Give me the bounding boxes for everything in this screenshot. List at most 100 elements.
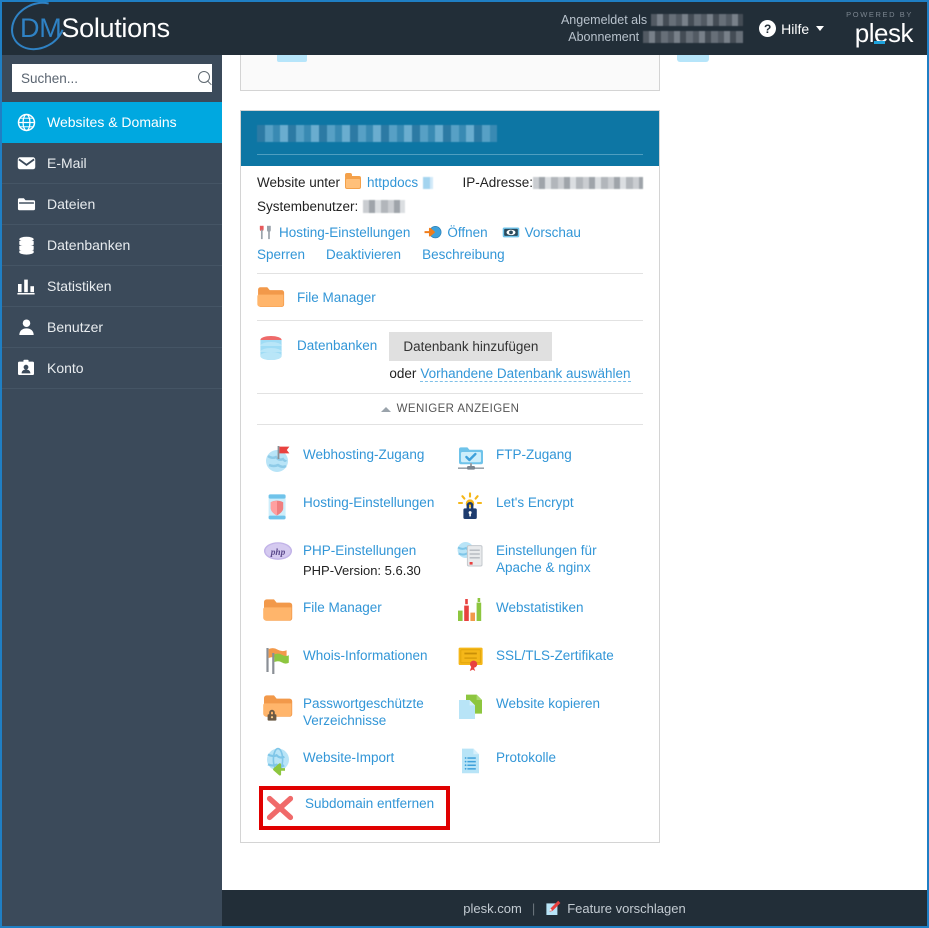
main-content: Website unter httpdocs IP-Adresse: Syste… — [222, 55, 927, 890]
website-path-label: Website unter — [257, 175, 341, 190]
grid-item-subdomain-entfernen[interactable]: Subdomain entfernen — [259, 786, 450, 830]
deactivate-link[interactable]: Deaktivieren — [326, 247, 401, 262]
grid-item-whois-informationen[interactable]: Whois-Informationen — [257, 636, 450, 684]
sidebar-item-label: Benutzer — [47, 319, 104, 335]
grid-item-label[interactable]: Webstatistiken — [496, 597, 584, 616]
subscription-value-redacted — [643, 31, 744, 43]
preview-link[interactable]: Vorschau — [525, 225, 581, 240]
footer-separator: | — [531, 900, 536, 916]
partial-icon-left — [277, 55, 307, 62]
copy-pages-icon — [456, 693, 486, 723]
plesk-logo: POWERED BY plesk — [840, 11, 913, 46]
grid-item-label[interactable]: Einstellungen für Apache & nginx — [496, 540, 639, 576]
description-link[interactable]: Beschreibung — [422, 247, 505, 262]
certificate-icon — [456, 645, 486, 675]
grid-item-label[interactable]: Let's Encrypt — [496, 492, 574, 511]
grid-item-passwortgeschuetzte-verzeichnisse[interactable]: Passwortgeschützte Verzeichnisse — [257, 684, 450, 738]
or-existing-database-line: oder Vorhandene Datenbank auswählen — [389, 366, 631, 382]
sidebar-item-label: E-Mail — [47, 155, 87, 171]
database-red-icon — [257, 334, 285, 362]
search-input[interactable] — [21, 70, 198, 86]
sidebar-item-websites-domains[interactable]: Websites & Domains — [2, 102, 222, 143]
grid-item-label[interactable]: Webhosting-Zugang — [303, 444, 424, 463]
sidebar-item-konto[interactable]: Konto — [2, 348, 222, 389]
grid-item-lets-encrypt[interactable]: Let's Encrypt — [450, 483, 643, 531]
top-bar-right: Angemeldet als Abonnement ? Hilfe POWERE… — [561, 11, 927, 46]
globe-import-arrow-icon — [263, 747, 293, 777]
open-arrow-globe-icon — [424, 224, 442, 241]
hosting-settings-link[interactable]: Hosting-Einstellungen — [279, 225, 410, 240]
sidebar-item-benutzer[interactable]: Benutzer — [2, 307, 222, 348]
sidebar-item-label: Datenbanken — [47, 237, 131, 253]
sidebar-item-label: Dateien — [47, 196, 96, 212]
grid-item-website-import[interactable]: Website-Import — [257, 738, 450, 786]
grid-item-label[interactable]: Hosting-Einstellungen — [303, 492, 434, 511]
domain-card-title-line — [257, 125, 643, 155]
grid-item-label[interactable]: Protokolle — [496, 747, 556, 766]
httpdocs-link[interactable]: httpdocs — [367, 175, 418, 190]
partial-icon-right — [677, 55, 709, 62]
system-user-redacted — [363, 200, 406, 213]
select-existing-database-link[interactable]: Vorhandene Datenbank auswählen — [420, 366, 631, 382]
grid-item-label[interactable]: SSL/TLS-Zertifikate — [496, 645, 614, 664]
databases-link[interactable]: Datenbanken — [297, 332, 377, 353]
footer: plesk.com | Feature vorschlagen — [222, 890, 927, 926]
show-less-toggle[interactable]: WENIGER ANZEIGEN — [257, 394, 643, 424]
grid-item-text-block: PHP-Einstellungen PHP-Version: 5.6.30 — [303, 540, 421, 579]
sidebar-item-dateien[interactable]: Dateien — [2, 184, 222, 225]
grid-item-label[interactable]: Whois-Informationen — [303, 645, 428, 664]
brand-dm-text: DM — [20, 13, 62, 43]
grid-item-label[interactable]: Website-Import — [303, 747, 394, 766]
open-link[interactable]: Öffnen — [447, 225, 487, 240]
bar-chart-color-icon — [456, 597, 486, 627]
ip-address-redacted — [533, 176, 643, 189]
grid-item-file-manager[interactable]: File Manager — [257, 588, 450, 636]
open-action[interactable]: Öffnen — [424, 224, 488, 241]
folder-lock-icon — [263, 693, 293, 723]
file-manager-row[interactable]: File Manager — [257, 274, 643, 320]
grid-item-php-einstellungen[interactable]: php PHP-Einstellungen PHP-Version: 5.6.3… — [257, 531, 450, 588]
brand-logo[interactable]: DM Solutions — [2, 2, 222, 60]
preview-action[interactable]: Vorschau — [502, 225, 581, 240]
grid-item-label[interactable]: Passwortgeschützte Verzeichnisse — [303, 693, 446, 729]
server-globe-icon — [456, 540, 486, 570]
question-mark-circle-icon: ? — [759, 20, 777, 37]
grid-item-label[interactable]: Subdomain entfernen — [305, 793, 434, 812]
sidebar-item-email[interactable]: E-Mail — [2, 143, 222, 184]
sidebar-item-datenbanken[interactable]: Datenbanken — [2, 225, 222, 266]
file-manager-link[interactable]: File Manager — [297, 290, 376, 305]
grid-item-label[interactable]: Website kopieren — [496, 693, 600, 712]
grid-item-webhosting-zugang[interactable]: Webhosting-Zugang — [257, 435, 450, 483]
search-icon[interactable] — [198, 70, 213, 86]
grid-item-protokolle[interactable]: Protokolle — [450, 738, 643, 786]
globe-icon — [16, 112, 36, 132]
grid-item-label[interactable]: PHP-Einstellungen — [303, 543, 416, 558]
help-menu[interactable]: ? Hilfe — [759, 20, 825, 37]
flags-icon — [263, 645, 293, 675]
ftp-folder-check-icon — [456, 444, 486, 474]
search-box[interactable] — [12, 64, 212, 92]
grid-item-webstatistiken[interactable]: Webstatistiken — [450, 588, 643, 636]
folder-icon — [16, 194, 36, 214]
grid-item-ftp-zugang[interactable]: FTP-Zugang — [450, 435, 643, 483]
sidebar-item-statistiken[interactable]: Statistiken — [2, 266, 222, 307]
domain-card: Website unter httpdocs IP-Adresse: Syste… — [240, 110, 660, 843]
oder-label: oder — [389, 366, 417, 381]
grid-item-label[interactable]: File Manager — [303, 597, 382, 616]
svg-text:php: php — [270, 548, 286, 558]
php-icon: php — [263, 540, 293, 570]
pencil-note-icon — [545, 900, 561, 916]
plesk-com-link[interactable]: plesk.com — [463, 901, 522, 916]
grid-item-hosting-einstellungen[interactable]: Hosting-Einstellungen — [257, 483, 450, 531]
secondary-actions-row: Sperren Deaktivieren Beschreibung — [257, 241, 643, 273]
suggest-feature-link[interactable]: Feature vorschlagen — [545, 900, 686, 916]
subscription-line: Abonnement — [561, 29, 744, 46]
grid-item-label[interactable]: FTP-Zugang — [496, 444, 572, 463]
add-database-button[interactable]: Datenbank hinzufügen — [389, 332, 553, 361]
tools-grid: Webhosting-Zugang FTP-Zugang Hosting-Ein… — [257, 425, 643, 842]
suspend-link[interactable]: Sperren — [257, 247, 305, 262]
grid-item-website-kopieren[interactable]: Website kopieren — [450, 684, 643, 738]
grid-item-ssl-tls-zertifikate[interactable]: SSL/TLS-Zertifikate — [450, 636, 643, 684]
grid-item-apache-nginx[interactable]: Einstellungen für Apache & nginx — [450, 531, 643, 588]
hosting-settings-action[interactable]: Hosting-Einstellungen — [257, 224, 410, 241]
